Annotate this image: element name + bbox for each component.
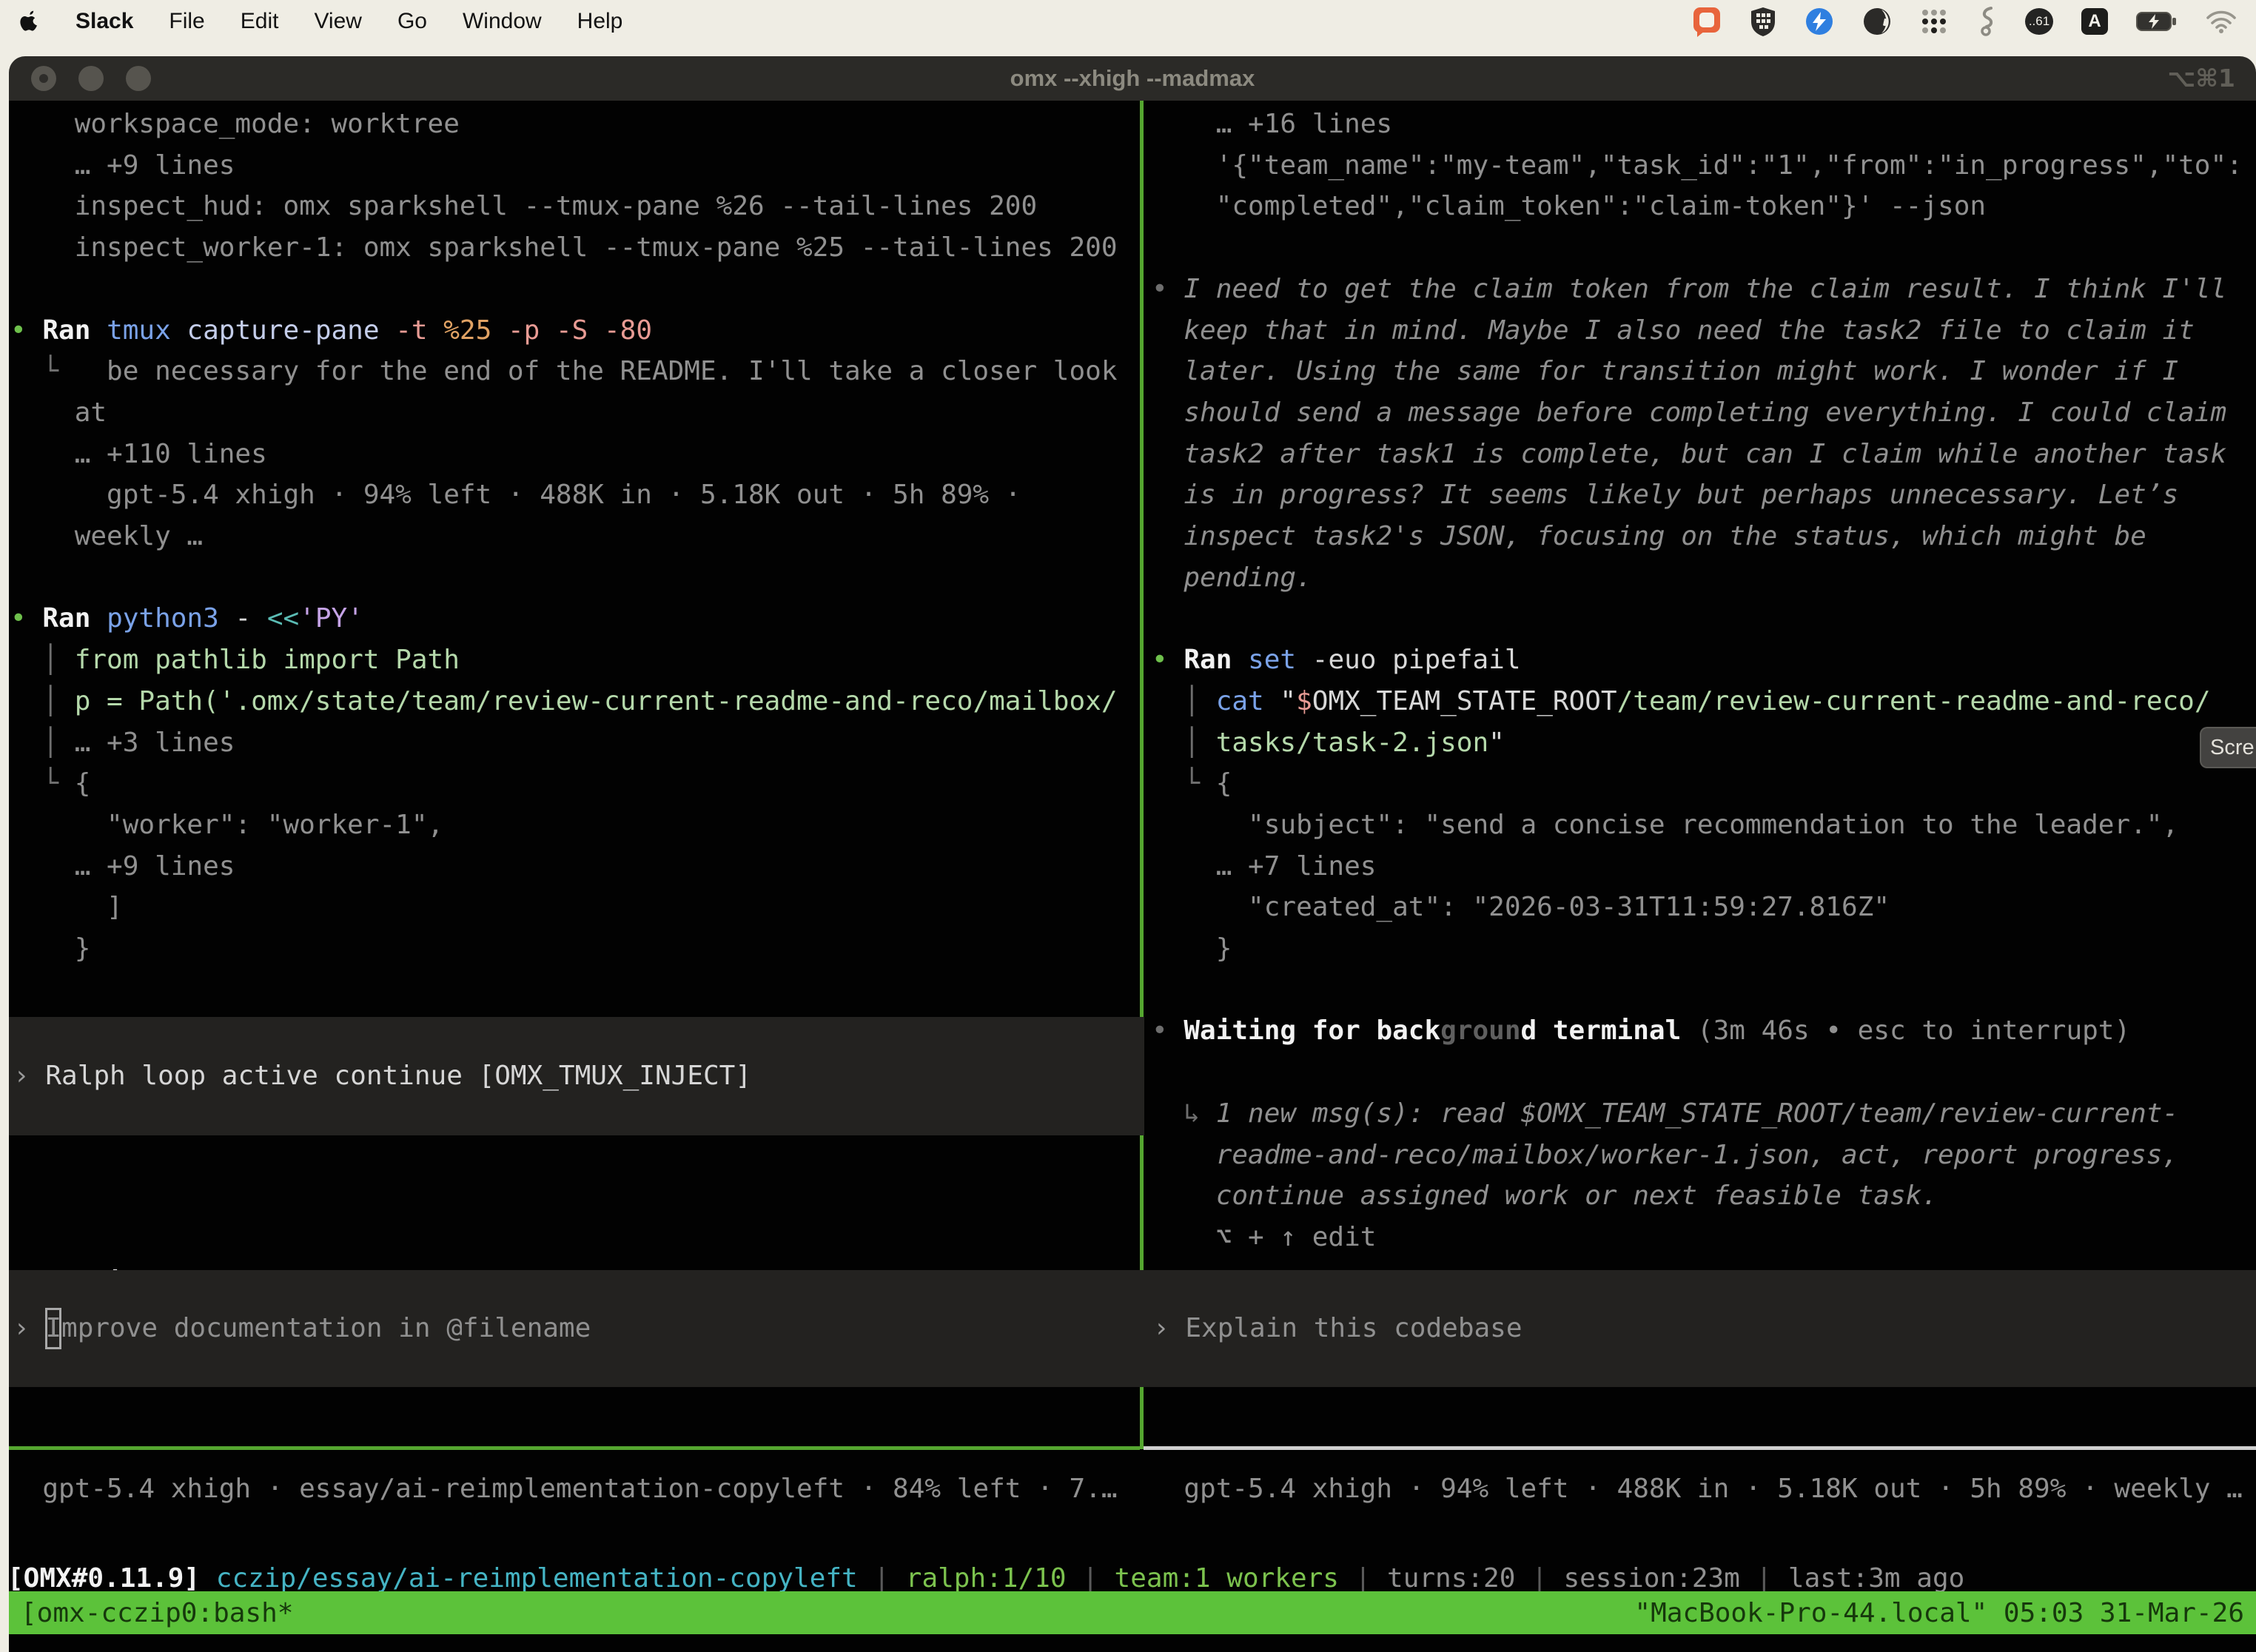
terminal-line: task2 after task1 is complete, but can I…: [1152, 434, 2255, 475]
prompt-chevron-icon: ›: [1153, 1313, 1185, 1343]
left-prompt-line: › Improve documentation in @filename: [13, 1308, 591, 1349]
terminal-line: │ … +3 lines: [10, 722, 1137, 764]
terminal-line: ]: [10, 887, 1137, 928]
terminal-line: }: [10, 928, 1137, 970]
terminal-line: "completed","claim_token":"claim-token"}…: [1152, 186, 2255, 227]
terminal-line: … +9 lines: [10, 145, 1137, 187]
inject-banner-line: › Ralph loop active continue [OMX_TMUX_I…: [13, 1055, 751, 1097]
battery-icon[interactable]: [2136, 11, 2178, 32]
terminal-line: inspect task2's JSON, focusing on the st…: [1152, 516, 2255, 557]
macos-menu-bar: Slack File Edit View Go Window Help: [0, 0, 2256, 43]
screenshot-chat-icon[interactable]: [1692, 6, 1722, 37]
prompt-chevron-icon: ›: [13, 1313, 45, 1343]
menu-item-edit[interactable]: Edit: [241, 9, 279, 34]
menu-app-name[interactable]: Slack: [75, 9, 133, 34]
menu-item-help[interactable]: Help: [577, 9, 623, 34]
terminal-line: gpt-5.4 xhigh · 94% left · 488K in · 5.1…: [10, 474, 1137, 516]
badge-61-icon[interactable]: ..61: [2025, 8, 2053, 35]
apple-icon[interactable]: [19, 9, 40, 34]
left-prompt-placeholder: mprove documentation in @filename: [61, 1313, 591, 1343]
terminal-line: is in progress? It seems likely but perh…: [1152, 474, 2255, 516]
menu-item-file[interactable]: File: [169, 9, 204, 34]
terminal-line: └ {: [1152, 763, 2255, 805]
menu-item-go[interactable]: Go: [397, 9, 427, 34]
terminal-line: }: [1152, 928, 2255, 970]
left-pane-output: workspace_mode: worktree … +9 lines insp…: [10, 104, 1137, 970]
right-prompt-input[interactable]: › Explain this codebase: [1144, 1270, 2256, 1387]
terminal-line: weekly …: [10, 516, 1137, 557]
terminal-line: "created_at": "2026-03-31T11:59:27.816Z": [1152, 887, 2255, 928]
bolt-circle-icon[interactable]: [1805, 7, 1834, 36]
right-prompt-line: › Explain this codebase: [1153, 1308, 1523, 1349]
terminal-line: later. Using the same for transition mig…: [1152, 351, 2255, 392]
window-titlebar: omx --xhigh --madmax ⌥⌘1: [9, 56, 2256, 101]
terminal-line: │ from pathlib import Path: [10, 639, 1137, 681]
right-pane-output: … +16 lines '{"team_name":"my-team","tas…: [1152, 104, 2255, 1258]
pane-divider[interactable]: [1140, 101, 1144, 1449]
tmux-host-clock: "MacBook-Pro-44.local" 05:03 31-Mar-26: [1634, 1598, 2244, 1628]
terminal-line: │ cat "$OMX_TEAM_STATE_ROOT/team/review-…: [1152, 681, 2255, 722]
terminal-line: at: [10, 392, 1137, 434]
terminal-line: "subject": "send a concise recommendatio…: [1152, 805, 2255, 846]
terminal-line: … +7 lines: [1152, 846, 2255, 887]
terminal-line: [1152, 598, 2255, 639]
tmux-status-bar: [omx-cczip0:bash* "MacBook-Pro-44.local"…: [9, 1591, 2256, 1634]
terminal-line: pending.: [1152, 557, 2255, 599]
terminal-line: • Ran set -euo pipefail: [1152, 639, 2255, 681]
terminal-line: [1152, 1052, 2255, 1093]
terminal-line: continue assigned work or next feasible …: [1152, 1175, 2255, 1217]
terminal-line: '{"team_name":"my-team","task_id":"1","f…: [1152, 145, 2255, 187]
window-shortcut: ⌥⌘1: [2167, 64, 2235, 93]
dots-grid-icon[interactable]: [1920, 7, 1948, 36]
terminal-line: inspect_worker-1: omx sparkshell --tmux-…: [10, 227, 1137, 269]
terminal-line: … +9 lines: [10, 846, 1137, 887]
terminal-line: ↳ 1 new msg(s): read $OMX_TEAM_STATE_ROO…: [1152, 1093, 2255, 1135]
tmux-session-label: [omx-cczip0:bash*: [21, 1598, 293, 1628]
screen: Slack File Edit View Go Window Help: [0, 0, 2256, 1652]
terminal-line: [1152, 970, 2255, 1011]
menu-item-view[interactable]: View: [314, 9, 361, 34]
terminal-line: keep that in mind. Maybe I also need the…: [1152, 310, 2255, 352]
menu-left: Slack File Edit View Go Window Help: [19, 9, 622, 34]
terminal-line: ⌥ + ↑ edit: [1152, 1217, 2255, 1258]
terminal-line: [10, 269, 1137, 310]
text-cursor: I: [45, 1308, 61, 1349]
menu-status-icons: ..61 A: [1692, 6, 2237, 37]
right-prompt-placeholder: Explain this codebase: [1185, 1313, 1522, 1343]
shield-grid-icon[interactable]: [1750, 7, 1776, 36]
wifi-icon[interactable]: [2206, 10, 2237, 33]
terminal-line: [1152, 227, 2255, 269]
terminal-line: inspect_hud: omx sparkshell --tmux-pane …: [10, 186, 1137, 227]
terminal-line: readme-and-reco/mailbox/worker-1.json, a…: [1152, 1135, 2255, 1176]
terminal-line: │ tasks/task-2.json": [1152, 722, 2255, 764]
terminal-line: should send a message before completing …: [1152, 392, 2255, 434]
terminal-line: • I need to get the claim token from the…: [1152, 269, 2255, 310]
terminal-line: … +16 lines: [1152, 104, 2255, 145]
terminal-line: • Ran python3 - <<'PY': [10, 598, 1137, 639]
terminal-line: [10, 557, 1137, 599]
terminal-line: workspace_mode: worktree: [10, 104, 1137, 145]
terminal-line: … +110 lines: [10, 434, 1137, 475]
terminal-line: └ {: [10, 763, 1137, 805]
terminal-line: └ be necessary for the end of the README…: [10, 351, 1137, 392]
left-prompt-input[interactable]: › Improve documentation in @filename: [9, 1270, 1144, 1387]
terminal-line: • Waiting for background terminal (3m 46…: [1152, 1010, 2255, 1052]
menu-item-window[interactable]: Window: [463, 9, 542, 34]
terminal-line: • Ran tmux capture-pane -t %25 -p -S -80: [10, 310, 1137, 352]
terminal-line: │ p = Path('.omx/state/team/review-curre…: [10, 681, 1137, 722]
terminal-line: "worker": "worker-1",: [10, 805, 1137, 846]
screen-overlay-tooltip: Scre: [2200, 727, 2256, 768]
hook-icon[interactable]: [1976, 6, 1997, 37]
window-title: omx --xhigh --madmax: [9, 65, 2256, 92]
crescent-circle-icon[interactable]: [1862, 7, 1892, 36]
letter-a-icon[interactable]: A: [2081, 8, 2108, 35]
inject-banner: › Ralph loop active continue [OMX_TMUX_I…: [9, 1017, 1144, 1135]
